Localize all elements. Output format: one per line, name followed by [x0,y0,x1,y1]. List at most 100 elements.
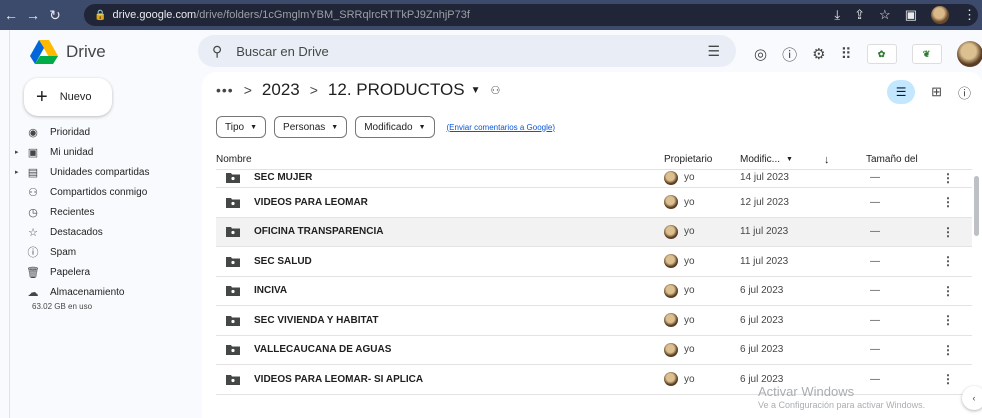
table-row[interactable]: VALLECAUCANA DE AGUAS yo 6 jul 2023 — ⋮ [216,336,972,365]
breadcrumb-current[interactable]: 12. PRODUCTOS [328,80,465,100]
shared-folder-icon [226,197,240,208]
sidebar-item-prioridad[interactable]: ◉ Prioridad [10,122,198,142]
new-button[interactable]: + Nuevo [24,78,112,116]
avatar [664,170,678,185]
more-actions-icon[interactable]: ⋮ [942,254,954,268]
more-actions-icon[interactable]: ⋮ [942,313,954,327]
row-date: 14 jul 2023 [740,172,789,183]
sidebar-item-compartidos-conmigo[interactable]: ⚇ Compartidos conmigo [10,182,198,202]
breadcrumb: ••• > 2023 > 12. PRODUCTOS ▼ ⚇ [216,80,500,100]
owner-label: yo [684,172,695,183]
more-actions-icon[interactable]: ⋮ [942,171,954,185]
chevron-down-icon[interactable]: ▼ [471,85,481,96]
side-panel-toggle[interactable]: ‹ [962,386,982,410]
shared-folder-icon [226,345,240,356]
filter-chip-tipo[interactable]: Tipo ▼ [216,116,267,138]
spam-icon: ⓘ [27,247,39,259]
column-header-owner[interactable]: Propietario [664,154,712,165]
column-header-modified-label: Modific... [740,154,781,165]
chip-label: Modificado [364,121,413,133]
row-date: 6 jul 2023 [740,285,784,297]
owner-label: yo [684,285,695,297]
view-toggle: ☰ ⊞ ⓘ [887,80,971,104]
breadcrumb-parent[interactable]: 2023 [262,80,300,100]
translate-icon[interactable]: ⤓ [834,7,840,23]
more-actions-icon[interactable]: ⋮ [942,284,954,298]
sidebar-item-spam[interactable]: ⓘ Spam [10,242,198,262]
owner-label: yo [684,373,695,385]
browser-menu-icon[interactable]: ⋮ [963,7,976,23]
chevron-down-icon: ▼ [250,123,258,131]
apps-grid-icon[interactable]: ⠿ [841,45,852,63]
account-avatar[interactable] [956,41,982,67]
expand-caret-icon[interactable]: ▸ [15,168,19,176]
more-actions-icon[interactable]: ⋮ [942,372,954,386]
sidepanel-icon[interactable]: ▣ [905,7,917,23]
reload-icon[interactable]: ↻ [44,7,66,24]
sidebar-item-almacenamiento[interactable]: ☁ Almacenamiento [10,282,198,302]
file-list: SEC MUJER yo 14 jul 2023 — ⋮ VIDEOS PARA… [216,168,972,395]
row-name: VALLECAUCANA DE AGUAS [254,344,392,356]
sort-direction-icon[interactable]: ↓ [824,154,830,166]
plus-icon: + [36,86,48,108]
storage-usage: 63.02 GB en uso [32,302,93,311]
filter-chip-modificado[interactable]: Modificado ▼ [355,116,435,138]
help-icon[interactable]: ⓘ [782,44,797,65]
search-input[interactable] [236,43,657,59]
row-owner: yo [664,313,695,328]
drive-logo[interactable]: Drive [30,40,106,64]
lock-icon: 🔒 [94,9,107,21]
table-row[interactable]: SEC MUJER yo 14 jul 2023 — ⋮ [216,168,972,188]
chevron-down-icon: ▼ [418,123,426,131]
details-info-icon[interactable]: ⓘ [958,83,971,102]
search-bar[interactable]: ⚲ ☰ [198,35,736,67]
more-actions-icon[interactable]: ⋮ [942,343,954,357]
more-actions-icon[interactable]: ⋮ [942,225,954,239]
sidebar-item-papelera[interactable]: 🗑 Papelera [10,262,198,282]
list-view-button[interactable]: ☰ [887,80,916,104]
sidebar-item-destacados[interactable]: ☆ Destacados [10,222,198,242]
sidebar-item-unidades-compartidas[interactable]: ▸ ▤ Unidades compartidas [10,162,198,182]
sidebar-item-mi-unidad[interactable]: ▸ ▣ Mi unidad [10,142,198,162]
expand-caret-icon[interactable]: ▸ [15,148,19,156]
row-name: OFICINA TRANSPARENCIA [254,226,384,238]
table-row[interactable]: INCIVA yo 6 jul 2023 — ⋮ [216,277,972,306]
more-actions-icon[interactable]: ⋮ [942,195,954,209]
shared-folder-icon [226,286,240,297]
settings-gear-icon[interactable]: ⚙ [812,45,825,63]
filter-chip-personas[interactable]: Personas ▼ [274,116,348,138]
back-icon[interactable]: ← [0,7,22,23]
forward-icon[interactable]: → [22,7,44,23]
bookmark-star-icon[interactable]: ☆ [879,7,891,23]
chip-label: Tipo [225,121,245,133]
grid-view-icon[interactable]: ⊞ [931,84,942,100]
feedback-link[interactable]: (Enviar comentarios a Google) [447,123,556,132]
profile-avatar[interactable] [931,6,949,24]
table-row[interactable]: VIDEOS PARA LEOMAR yo 12 jul 2023 — ⋮ [216,188,972,218]
drive-logo-icon [30,40,58,64]
share-icon[interactable]: ⇪ [854,7,865,23]
org-logo-1[interactable]: ✿ [866,44,897,64]
sidebar-item-recientes[interactable]: ◷ Recientes [10,202,198,222]
filter-chips: Tipo ▼ Personas ▼ Modificado ▼ (Enviar come… [216,116,555,138]
table-header: Nombre Propietario Modific... ▼ ↓ Tamaño … [216,150,972,170]
org-logo-2[interactable]: ❦ [911,44,942,64]
search-options-icon[interactable]: ☰ [707,43,720,60]
sidebar-item-label: Unidades compartidas [50,166,150,178]
column-header-modified[interactable]: Modific... ▼ [740,154,793,165]
scrollbar[interactable] [974,176,979,236]
browser-actions: ⤓ ⇪ ☆ ▣ ⋮ [834,6,976,24]
column-header-size[interactable]: Tamaño del [866,154,918,165]
table-row[interactable]: SEC VIVIENDA Y HABITAT yo 6 jul 2023 — ⋮ [216,306,972,336]
clock-icon: ◷ [28,206,38,219]
breadcrumb-more[interactable]: ••• [216,82,234,98]
table-row[interactable]: OFICINA TRANSPARENCIA yo 11 jul 2023 — ⋮ [216,217,972,247]
search-icon[interactable]: ⚲ [212,43,222,60]
table-row[interactable]: SEC SALUD yo 11 jul 2023 — ⋮ [216,247,972,277]
column-header-name[interactable]: Nombre [216,154,252,165]
sidebar-item-label: Almacenamiento [50,286,125,298]
offline-status-icon[interactable]: ◎ [754,45,767,63]
row-date: 6 jul 2023 [740,314,784,326]
sidebar-item-label: Papelera [50,266,91,278]
sidebar-item-label: Destacados [50,226,103,238]
